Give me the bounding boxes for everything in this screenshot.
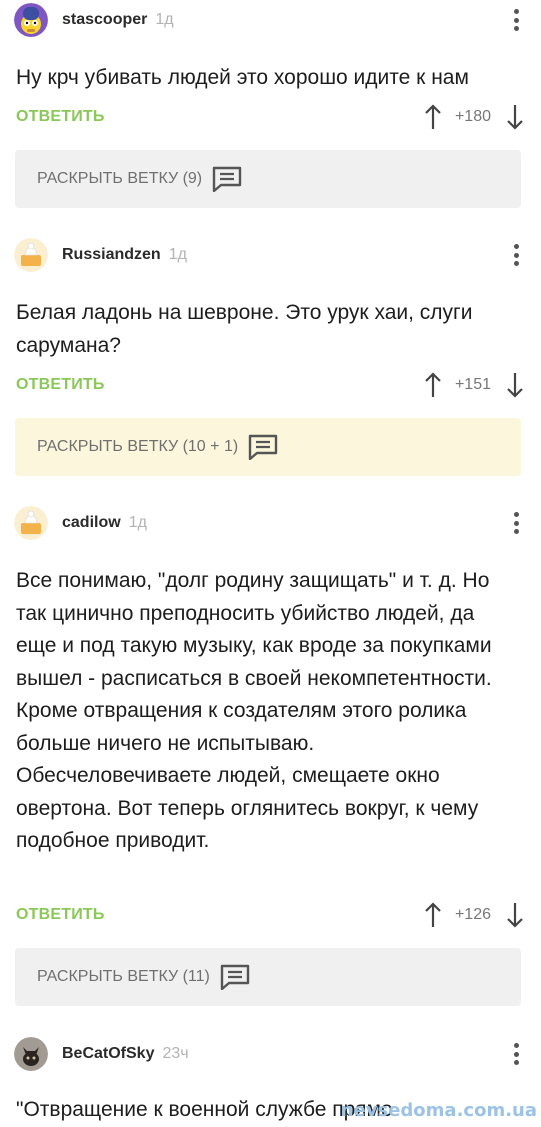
more-options-icon[interactable] bbox=[513, 9, 519, 31]
author-name[interactable]: stascooper bbox=[62, 11, 147, 29]
expand-branch-label: РАСКРЫТЬ ВЕТКУ (9) bbox=[37, 170, 203, 187]
avatar[interactable] bbox=[14, 238, 48, 272]
author-name[interactable]: BeCatOfSky bbox=[62, 1045, 154, 1063]
downvote-arrow-icon[interactable] bbox=[505, 371, 525, 399]
comment-text: Ну крч убивать людей это хорошо идите к … bbox=[16, 66, 469, 89]
more-options-icon[interactable] bbox=[513, 244, 519, 266]
avatar[interactable] bbox=[14, 506, 48, 540]
reply-button[interactable]: ОТВЕТИТЬ bbox=[16, 376, 105, 394]
comment-header: BeCatOfSky 23ч bbox=[14, 1036, 189, 1072]
watermark: nevsedoma.com.ua bbox=[340, 1100, 537, 1121]
upvote-arrow-icon[interactable] bbox=[423, 901, 443, 929]
score: +151 bbox=[454, 376, 491, 393]
reply-button[interactable]: ОТВЕТИТЬ bbox=[16, 108, 105, 126]
comment-header: cadilow 1д bbox=[14, 505, 147, 541]
avatar[interactable] bbox=[14, 1037, 48, 1071]
more-options-icon[interactable] bbox=[513, 1043, 519, 1065]
expand-branch-label: РАСКРЫТЬ ВЕТКУ (10 + 1) bbox=[37, 438, 239, 455]
comments-icon bbox=[212, 166, 242, 192]
rating: +180 bbox=[423, 103, 525, 131]
author-name[interactable]: Russiandzen bbox=[62, 246, 161, 264]
reply-button[interactable]: ОТВЕТИТЬ bbox=[16, 906, 105, 924]
expand-branch-button[interactable]: РАСКРЫТЬ ВЕТКУ (9) bbox=[15, 150, 521, 208]
comment-time: 1д bbox=[168, 246, 187, 263]
score: +180 bbox=[454, 108, 491, 125]
comment-text: Белая ладонь на шевроне. Это урук хаи, с… bbox=[16, 301, 473, 357]
comment-time: 1д bbox=[128, 514, 147, 531]
expand-branch-button[interactable]: РАСКРЫТЬ ВЕТКУ (10 + 1) bbox=[15, 418, 521, 476]
expand-branch-button[interactable]: РАСКРЫТЬ ВЕТКУ (11) bbox=[15, 948, 521, 1006]
comments-icon bbox=[248, 434, 278, 460]
upvote-arrow-icon[interactable] bbox=[423, 103, 443, 131]
comment-header: stascooper 1д bbox=[14, 2, 174, 38]
downvote-arrow-icon[interactable] bbox=[505, 901, 525, 929]
expand-branch-label: РАСКРЫТЬ ВЕТКУ (11) bbox=[37, 968, 210, 985]
comment-time: 23ч bbox=[162, 1045, 189, 1062]
score: +126 bbox=[454, 906, 491, 923]
author-name[interactable]: cadilow bbox=[62, 514, 121, 532]
avatar[interactable] bbox=[14, 3, 48, 37]
comments-icon bbox=[220, 964, 250, 990]
more-options-icon[interactable] bbox=[513, 512, 519, 534]
rating: +151 bbox=[423, 371, 525, 399]
upvote-arrow-icon[interactable] bbox=[423, 371, 443, 399]
comment-time: 1д bbox=[155, 11, 174, 28]
rating: +126 bbox=[423, 901, 525, 929]
comment-header: Russiandzen 1д bbox=[14, 237, 187, 273]
comment-text: Все понимаю, "долг родину защищать" и т.… bbox=[16, 569, 492, 852]
downvote-arrow-icon[interactable] bbox=[505, 103, 525, 131]
